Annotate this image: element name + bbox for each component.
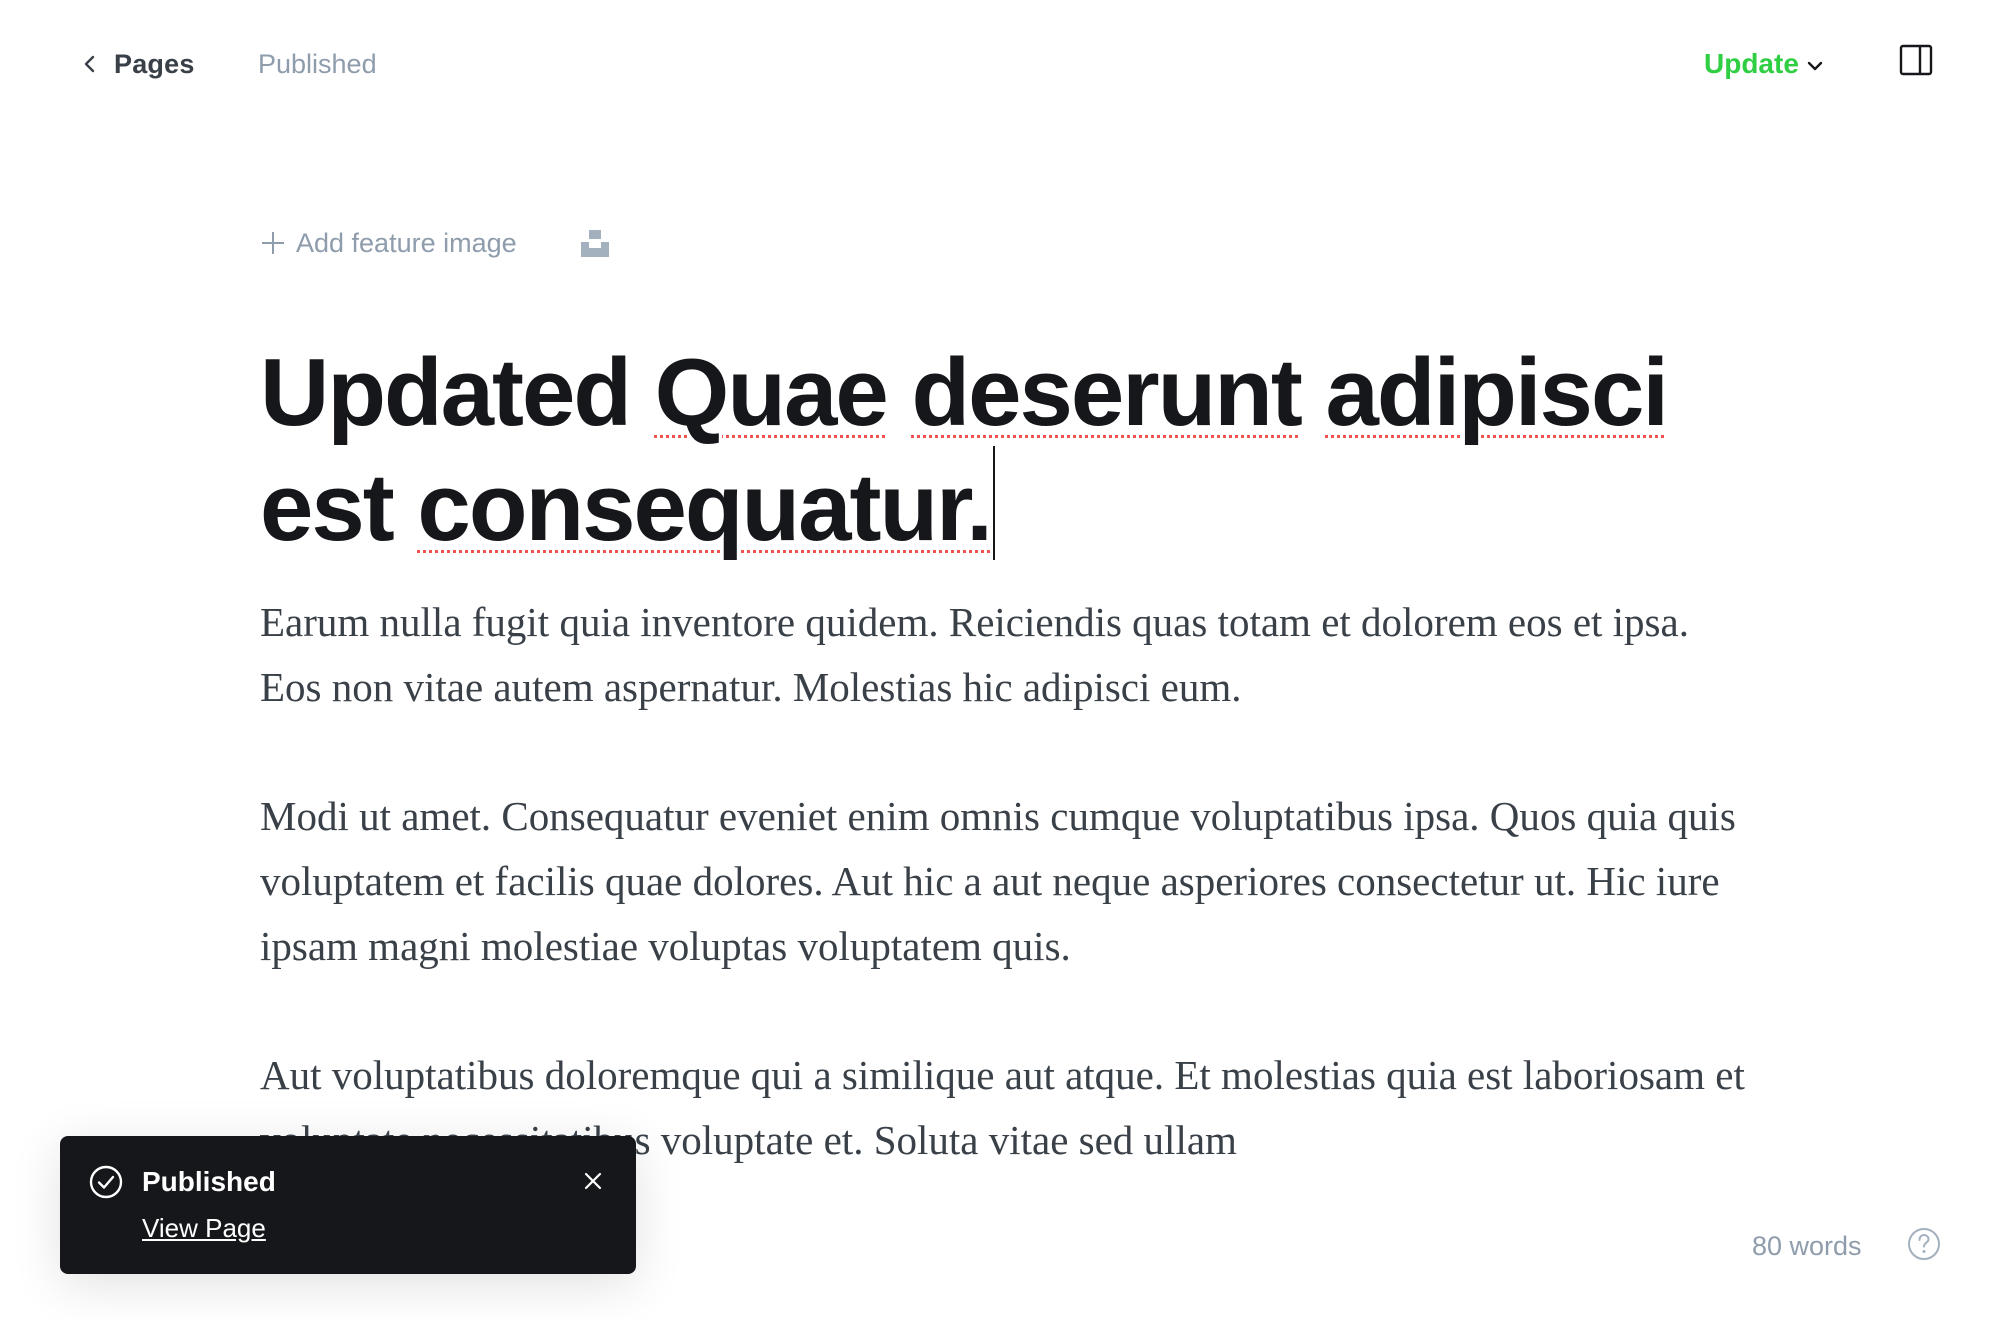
update-button-label: Update	[1704, 48, 1799, 79]
title-word: est	[260, 454, 395, 561]
title-word-misspelled: consequatur.	[417, 454, 992, 561]
editor-header: Pages Published Update	[0, 0, 2000, 130]
add-feature-image-button[interactable]: Add feature image	[260, 223, 517, 263]
view-page-link[interactable]: View Page	[142, 1208, 266, 1248]
published-toast: Published View Page	[60, 1136, 636, 1274]
title-word-misspelled: Quae	[654, 339, 889, 446]
check-circle-icon	[89, 1165, 123, 1199]
add-feature-image-label: Add feature image	[296, 227, 517, 258]
text-cursor	[992, 446, 995, 560]
sidebar-toggle-icon[interactable]	[1898, 42, 1934, 78]
title-word: Updated	[260, 339, 632, 446]
plus-icon	[262, 232, 284, 254]
chevron-left-icon	[84, 55, 95, 73]
toast-title: Published	[142, 1166, 276, 1197]
body-paragraph: Earum nulla fugit quia inventore quidem.…	[260, 599, 1689, 710]
help-icon[interactable]	[1906, 1226, 1942, 1262]
body-paragraph: Modi ut amet. Consequatur eveniet enim o…	[260, 793, 1736, 969]
close-icon[interactable]	[578, 1166, 608, 1196]
title-word-misspelled: adipisci	[1325, 339, 1669, 446]
post-title[interactable]: Updated Quae deserunt adipisci est conseq…	[260, 340, 1740, 561]
update-button[interactable]: Update	[1704, 44, 1825, 84]
word-count: 80 words	[1752, 1231, 1862, 1261]
post-status: Published	[258, 49, 377, 79]
unsplash-icon[interactable]	[580, 228, 610, 258]
title-word-misspelled: deserunt	[911, 339, 1302, 446]
back-link-label: Pages	[114, 48, 195, 79]
chevron-down-icon	[1807, 61, 1823, 71]
back-to-pages-link[interactable]: Pages	[80, 44, 195, 84]
